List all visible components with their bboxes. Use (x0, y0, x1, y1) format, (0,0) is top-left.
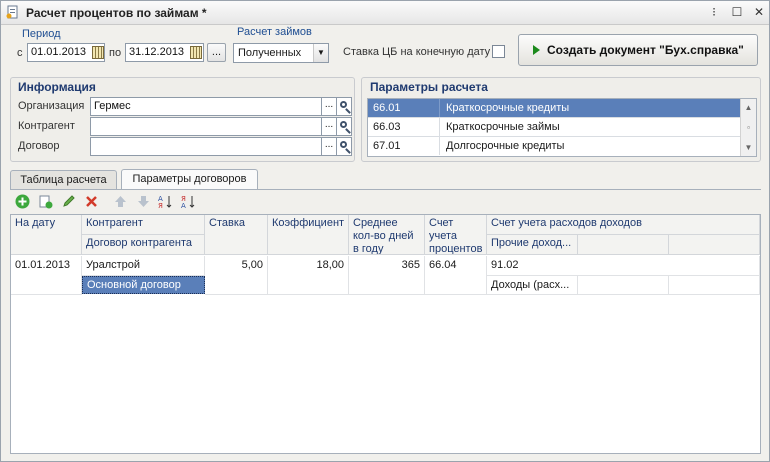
copy-icon[interactable] (38, 194, 53, 209)
header-subconto-2[interactable] (578, 235, 669, 255)
header-rate[interactable]: Ставка (205, 215, 268, 255)
edit-icon[interactable] (61, 194, 76, 209)
header-interest-account[interactable]: Счет учета процентов (425, 215, 487, 255)
cell-interest-account[interactable]: 66.04 (425, 256, 487, 295)
sort-descending-icon[interactable]: Я A (181, 194, 196, 209)
cell-date[interactable]: 01.01.2013 (11, 256, 82, 295)
period-label: Период (22, 28, 61, 40)
params-title: Параметры расчета (370, 80, 488, 94)
header-date[interactable]: На дату (11, 215, 82, 255)
param-code: 66.03 (368, 118, 440, 136)
info-title: Информация (18, 80, 96, 94)
param-code: 66.01 (368, 99, 440, 117)
header-other-income[interactable]: Прочие доход... (487, 235, 578, 255)
calendar-icon[interactable] (92, 46, 104, 59)
title-bar: Расчет процентов по займам * ⁝ ☐ ✕ (1, 1, 769, 25)
create-document-label: Создать документ "Бух.справка" (547, 43, 744, 57)
move-down-icon[interactable] (136, 194, 151, 209)
params-scrollbar[interactable]: ▲ ▫ ▼ (740, 99, 756, 156)
cell-avg-days[interactable]: 365 (349, 256, 425, 295)
search-icon[interactable] (336, 137, 352, 156)
list-item[interactable]: 66.01 Краткосрочные кредиты (368, 99, 741, 118)
maximize-icon[interactable]: ☐ (730, 5, 744, 19)
calendar-icon[interactable] (190, 46, 202, 59)
sort-ascending-icon[interactable]: A Я (158, 194, 173, 209)
svg-text:Я: Я (158, 202, 163, 209)
contract-select-button[interactable]: ... (321, 137, 337, 156)
cell-contract[interactable]: Основной договор (82, 276, 205, 294)
tab-divider (10, 189, 761, 190)
param-name: Краткосрочные кредиты (446, 102, 570, 114)
org-select-button[interactable]: ... (321, 97, 337, 116)
scroll-handle-icon[interactable]: ▫ (741, 120, 756, 135)
search-icon[interactable] (336, 117, 352, 136)
org-label: Организация (18, 100, 85, 112)
cell-subconto-3[interactable] (669, 276, 760, 295)
list-item[interactable]: 66.03 Краткосрочные займы (368, 118, 741, 137)
header-contract[interactable]: Договор контрагента (82, 235, 205, 255)
loans-calc-select[interactable]: Полученных ▼ (233, 43, 329, 63)
search-icon[interactable] (336, 97, 352, 116)
contracts-table[interactable]: На дату Контрагент Договор контрагента С… (10, 214, 761, 454)
list-item[interactable]: 67.01 Долгосрочные кредиты (368, 137, 741, 156)
window-title: Расчет процентов по займам * (26, 6, 207, 20)
tab-calc-table[interactable]: Таблица расчета (10, 170, 117, 190)
header-coef[interactable]: Коэффициент (268, 215, 349, 255)
period-from-label: с (17, 47, 23, 59)
close-icon[interactable]: ✕ (752, 5, 766, 19)
cell-coef[interactable]: 18,00 (268, 256, 349, 295)
contract-input[interactable] (90, 137, 322, 156)
contract-label: Договор (18, 140, 60, 152)
document-icon (6, 5, 18, 19)
cb-rate-label: Ставка ЦБ на конечную дату (343, 46, 491, 58)
cell-rate[interactable]: 5,00 (205, 256, 268, 295)
header-avg-days[interactable]: Среднее кол-во дней в году (349, 215, 425, 255)
params-list[interactable]: 66.01 Краткосрочные кредиты 66.03 Кратко… (367, 98, 757, 157)
param-name: Краткосрочные займы (446, 121, 560, 133)
loans-calc-value: Полученных (238, 47, 302, 59)
cell-expense-sub[interactable]: Доходы (расх... (487, 276, 578, 295)
tab-contract-params[interactable]: Параметры договоров (121, 169, 258, 190)
contractor-select-button[interactable]: ... (321, 117, 337, 136)
param-code: 67.01 (368, 137, 440, 155)
add-icon[interactable] (15, 194, 30, 209)
cell-subconto-2[interactable] (578, 276, 669, 295)
svg-text:A: A (181, 202, 186, 209)
period-select-button[interactable]: ... (207, 43, 226, 62)
create-document-button[interactable]: Создать документ "Бух.справка" (518, 34, 758, 66)
cell-expense-account[interactable]: 91.02 (487, 256, 760, 276)
move-up-icon[interactable] (113, 194, 128, 209)
scroll-down-icon[interactable]: ▼ (741, 140, 756, 155)
play-icon (533, 45, 540, 55)
header-expense-account[interactable]: Счет учета расходов доходов (487, 215, 760, 235)
chevron-down-icon[interactable]: ▼ (313, 44, 328, 62)
header-contractor[interactable]: Контрагент (82, 215, 205, 235)
loans-calc-label: Расчет займов (237, 26, 312, 38)
org-input[interactable]: Гермес (90, 97, 322, 116)
contractor-input[interactable] (90, 117, 322, 136)
cell-contractor[interactable]: Уралстрой (82, 256, 205, 276)
param-name: Долгосрочные кредиты (446, 140, 565, 152)
help-icon[interactable]: ⁝ (707, 5, 721, 19)
scroll-up-icon[interactable]: ▲ (741, 100, 756, 115)
period-to-label: по (109, 47, 122, 59)
cb-rate-checkbox[interactable] (492, 45, 505, 58)
contractor-label: Контрагент (18, 120, 75, 132)
app-window: Расчет процентов по займам * ⁝ ☐ ✕ Перио… (0, 0, 770, 462)
delete-icon[interactable] (84, 194, 99, 209)
header-subconto-3[interactable] (669, 235, 760, 255)
